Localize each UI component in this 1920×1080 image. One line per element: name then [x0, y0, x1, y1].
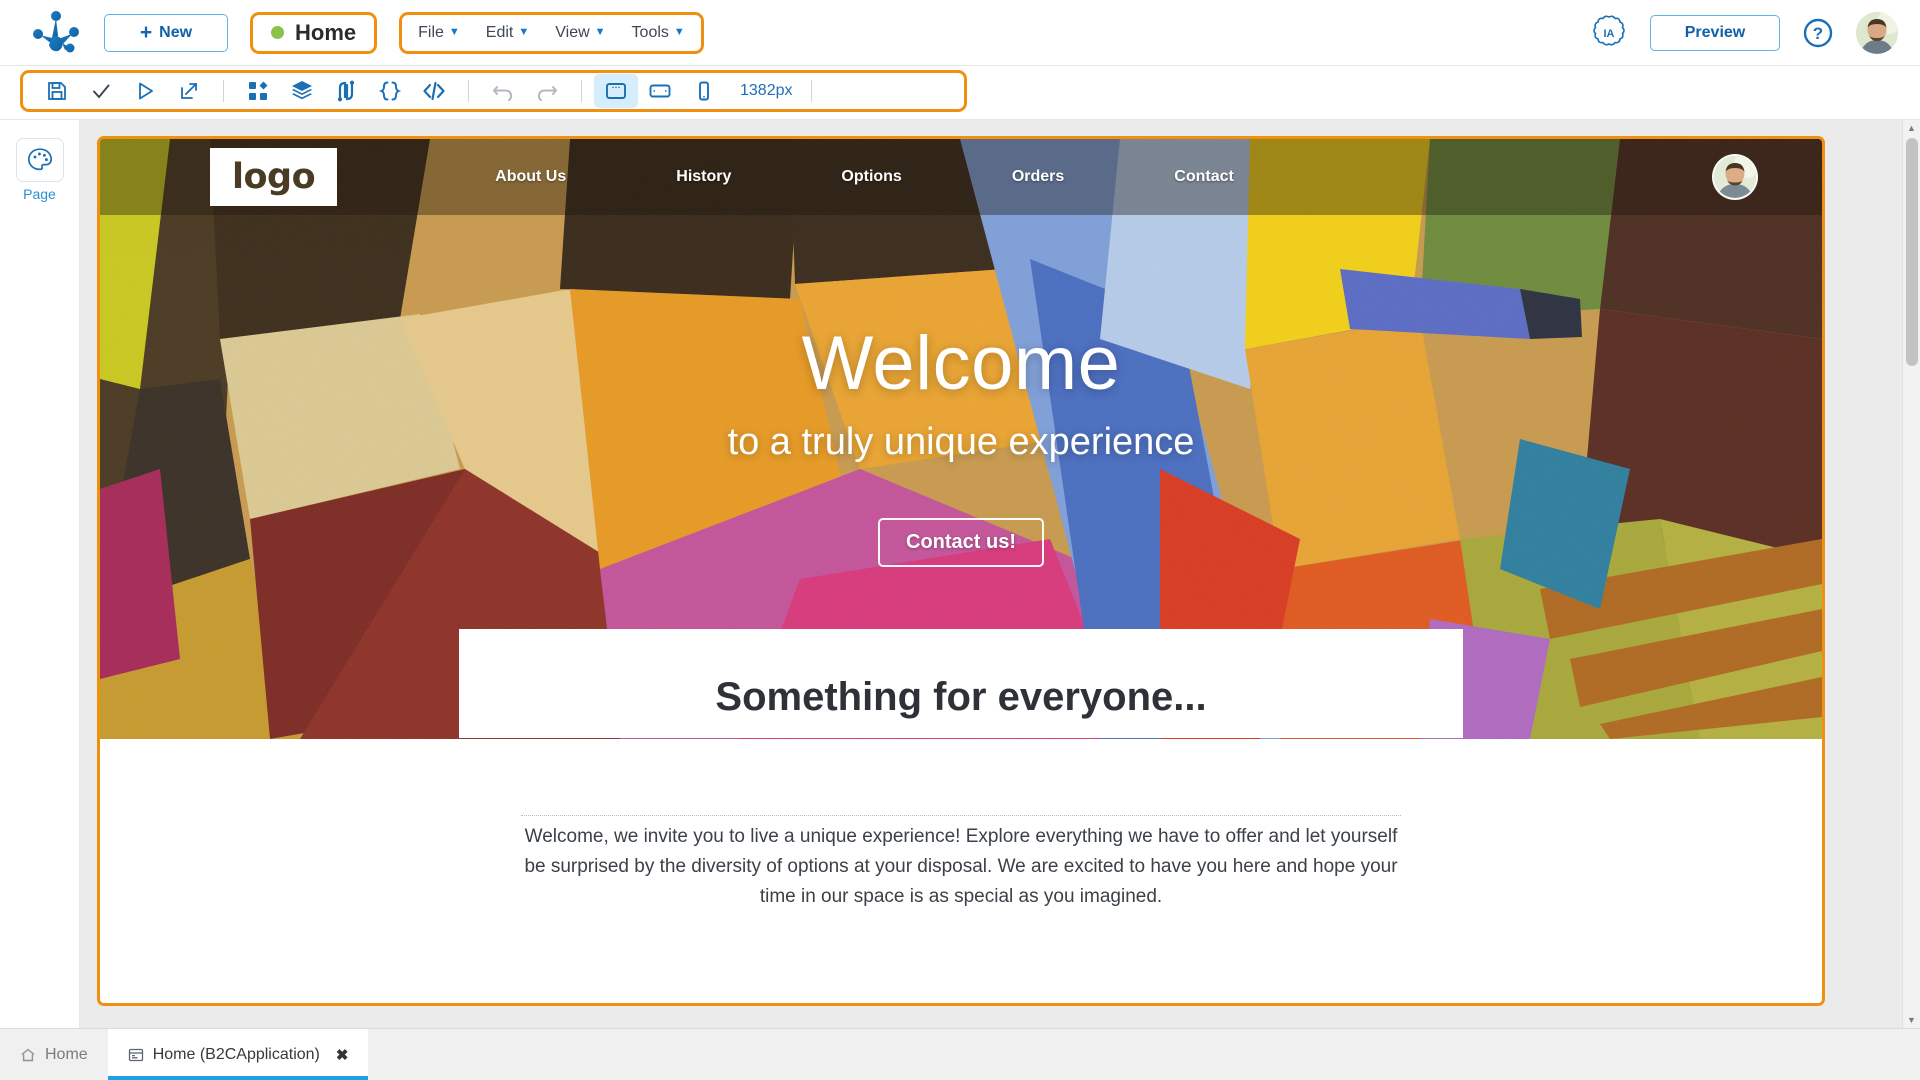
desktop-icon[interactable]: [594, 74, 638, 108]
tab-home[interactable]: Home: [0, 1029, 108, 1080]
hero-title: Welcome: [801, 321, 1121, 406]
palette-icon: [15, 138, 64, 182]
canvas-vertical-scrollbar[interactable]: ▲ ▼: [1902, 120, 1920, 1028]
redo-icon[interactable]: [525, 74, 569, 108]
tablet-icon[interactable]: [638, 74, 682, 108]
website-body-section: Welcome, we invite you to live a unique …: [100, 739, 1822, 1003]
topbar-actions: IA Preview ?: [1590, 11, 1898, 54]
scrollbar-thumb[interactable]: [1906, 138, 1918, 366]
mobile-icon[interactable]: [682, 74, 726, 108]
check-icon[interactable]: [79, 74, 123, 108]
new-button-label: New: [159, 23, 193, 41]
rail-item-page-label: Page: [23, 186, 56, 202]
feature-body-text: Welcome, we invite you to live a unique …: [521, 815, 1401, 912]
help-question-icon[interactable]: ?: [1802, 17, 1834, 49]
share-export-icon[interactable]: [167, 74, 211, 108]
design-canvas: logo About Us History Options Orders Con…: [80, 120, 1902, 1028]
nav-link-options[interactable]: Options: [841, 168, 901, 186]
current-page-label: Home: [295, 19, 357, 45]
bottom-tabbar: Home Home (B2CApplication) ✖: [0, 1028, 1920, 1080]
layers-icon[interactable]: [280, 74, 324, 108]
preview-button[interactable]: Preview: [1650, 14, 1780, 51]
tab-close-icon[interactable]: ✖: [336, 1046, 349, 1064]
new-button[interactable]: + New: [104, 13, 228, 52]
viewport-width-label[interactable]: 1382px: [740, 82, 793, 100]
menu-file[interactable]: File ▼: [418, 24, 460, 42]
editor-toolbar: 1382px: [20, 70, 967, 112]
current-page-chip[interactable]: Home: [250, 11, 378, 54]
tab-home-b2capplication[interactable]: Home (B2CApplication) ✖: [107, 1029, 369, 1080]
toolbar-divider: [468, 80, 469, 102]
toolbar-divider: [581, 80, 582, 102]
toolbar-divider: [810, 80, 812, 102]
hero-contact-us-button[interactable]: Contact us!: [878, 518, 1044, 567]
menu-view[interactable]: View ▼: [555, 24, 605, 42]
ia-assistant-icon[interactable]: IA: [1590, 14, 1628, 52]
hero-subtitle: to a truly unique experience: [727, 421, 1195, 463]
chevron-down-icon: ▼: [518, 26, 530, 38]
nav-link-orders[interactable]: Orders: [1012, 168, 1064, 186]
svg-text:?: ?: [1813, 24, 1823, 43]
feature-title: Something for everyone...: [715, 675, 1207, 719]
chevron-down-icon: ▼: [594, 26, 606, 38]
plus-icon: +: [139, 21, 153, 44]
toolbar-divider: [223, 80, 224, 102]
left-rail: Page: [0, 120, 80, 1028]
editor-toolbar-bar: 1382px: [0, 66, 1920, 120]
tab-home-label: Home: [45, 1045, 88, 1063]
menubar: File ▼ Edit ▼ View ▼ Tools ▼: [399, 11, 704, 54]
home-icon: [20, 1047, 36, 1063]
nav-link-history[interactable]: History: [676, 168, 731, 186]
flow-icon[interactable]: [324, 74, 368, 108]
page-status-dot: [271, 26, 284, 39]
undo-icon[interactable]: [481, 74, 525, 108]
website-user-avatar[interactable]: [1712, 154, 1758, 200]
chevron-down-icon: ▼: [673, 26, 685, 38]
nav-link-contact[interactable]: Contact: [1174, 168, 1234, 186]
frog-footprint-logo-icon[interactable]: [26, 8, 88, 58]
rail-item-page[interactable]: Page: [12, 138, 68, 202]
menu-tools-label: Tools: [631, 23, 669, 41]
website-header: logo About Us History Options Orders Con…: [100, 139, 1822, 215]
menu-edit[interactable]: Edit ▼: [486, 24, 529, 42]
ia-badge-text: IA: [1604, 28, 1615, 40]
tab-home-b2capplication-label: Home (B2CApplication): [152, 1045, 320, 1063]
nav-link-about-us[interactable]: About Us: [495, 168, 566, 186]
menu-view-label: View: [555, 23, 590, 41]
widgets-icon[interactable]: [236, 74, 280, 108]
application-topbar: + New Home File ▼ Edit ▼ View ▼ Tools ▼ …: [0, 0, 1920, 66]
menu-edit-label: Edit: [485, 23, 514, 41]
save-icon[interactable]: [35, 74, 79, 108]
menu-tools[interactable]: Tools ▼: [632, 24, 685, 42]
code-icon[interactable]: [412, 74, 456, 108]
page-file-icon: [128, 1047, 144, 1063]
website-nav: About Us History Options Orders Contact: [495, 168, 1234, 186]
preview-button-label: Preview: [1684, 23, 1746, 41]
feature-card: Something for everyone...: [459, 629, 1463, 738]
scroll-up-arrow-icon[interactable]: ▲: [1903, 120, 1920, 136]
menu-file-label: File: [418, 23, 444, 41]
braces-icon[interactable]: [368, 74, 412, 108]
user-avatar[interactable]: [1856, 11, 1898, 54]
scroll-down-arrow-icon[interactable]: ▼: [1903, 1012, 1920, 1028]
page-frame[interactable]: logo About Us History Options Orders Con…: [97, 136, 1825, 1006]
play-icon[interactable]: [123, 74, 167, 108]
chevron-down-icon: ▼: [448, 26, 460, 38]
website-logo[interactable]: logo: [210, 148, 338, 206]
